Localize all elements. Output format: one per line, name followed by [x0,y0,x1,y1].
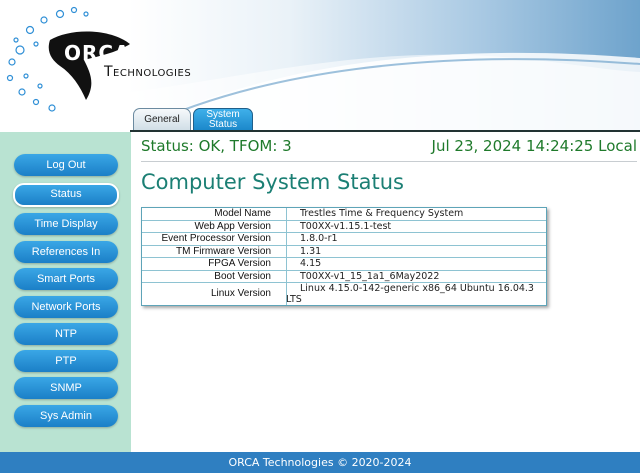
row-value: T00XX-v1_15_1a1_6May2022 [300,270,440,282]
nav-ntp-button[interactable]: NTP [14,323,118,345]
row-value: Trestles Time & Frequency System [300,208,464,219]
tab-general-label: General [144,114,180,125]
table-row: Boot Version T00XX-v1_15_1a1_6May2022 [142,270,546,283]
status-bar: Status: OK, TFOM: 3 Jul 23, 2024 14:24:2… [141,137,637,159]
nav-smart-ports-button[interactable]: Smart Ports [14,268,118,290]
nav-snmp-button[interactable]: SNMP [14,377,118,399]
tab-general[interactable]: General [133,108,191,131]
nav-status-button[interactable]: Status [13,183,119,207]
table-row: FPGA Version 4.15 [142,258,546,271]
tab-system-status-line2: Status [208,119,238,130]
row-value: Linux 4.15.0-142-generic x86_64 Ubuntu 1… [286,283,534,305]
row-label: Web App Version [194,220,271,232]
logo-name: ORCA [64,41,131,65]
row-value: 1.8.0-r1 [300,233,338,244]
row-label: Boot Version [214,270,271,282]
nav-ptp-button[interactable]: PTP [14,350,118,372]
status-summary: Status: OK, TFOM: 3 [141,137,292,155]
row-label: TM Firmware Version [175,245,271,257]
tab-underline [130,130,640,132]
nav-network-ports-button[interactable]: Network Ports [14,296,118,318]
table-row: Event Processor Version 1.8.0-r1 [142,233,546,246]
row-label: FPGA Version [208,258,271,269]
nav-sys-admin-button[interactable]: Sys Admin [14,405,118,427]
table-row: Linux Version Linux 4.15.0-142-generic x… [142,283,546,305]
table-row: Web App Version T00XX-v1.15.1-test [142,220,546,233]
row-value: 1.31 [300,245,322,257]
header-banner: ORCA Technologies [0,0,640,132]
tab-system-status[interactable]: System Status [193,108,253,131]
row-label: Linux Version [210,288,271,299]
status-datetime: Jul 23, 2024 14:24:25 Local [431,137,637,155]
table-row: TM Firmware Version 1.31 [142,245,546,258]
logo-tagline: Technologies [104,64,192,80]
footer: ORCA Technologies © 2020-2024 [0,452,640,473]
status-divider [141,161,637,162]
row-label: Event Processor Version [161,233,272,244]
sidebar: Log Out Status Time Display References I… [0,132,131,452]
system-info-table: Model Name Trestles Time & Frequency Sys… [141,207,547,306]
nav-log-out-button[interactable]: Log Out [14,154,118,176]
table-row: Model Name Trestles Time & Frequency Sys… [142,208,546,221]
row-label: Model Name [214,208,271,219]
row-value: 4.15 [300,258,322,269]
nav-time-display-button[interactable]: Time Display [14,213,118,235]
page-title: Computer System Status [141,170,404,194]
row-value: T00XX-v1.15.1-test [300,220,392,232]
nav-references-in-button[interactable]: References In [14,241,118,263]
